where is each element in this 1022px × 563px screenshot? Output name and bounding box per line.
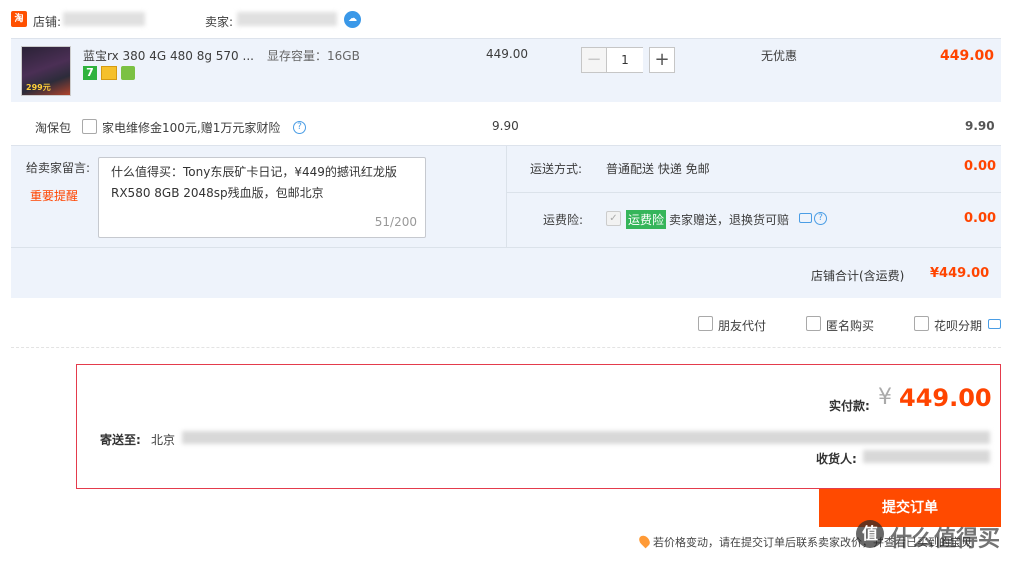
quantity-input[interactable]: 1 [607,47,643,73]
location-pin-icon [637,533,652,549]
ship-to-label: 寄送至: [100,433,141,447]
shipping-divider [507,192,1001,193]
freight-insurance-label: 运费险: [543,213,584,227]
shipping-method-value[interactable]: 普通配送 快递 免邮 [606,160,710,177]
insurance-help-icon[interactable]: ? [293,121,306,134]
discount-text: 无优惠 [761,49,798,63]
wangwang-chat-icon[interactable]: ☁ [344,11,361,28]
total-divider [11,247,1001,248]
insurance-option-text[interactable]: 家电维修金100元,赠1万元家财险 [102,119,280,136]
shop-total-value: ¥449.00 [930,266,990,281]
insurance-label: 淘保包 [35,121,72,135]
paid-amount-label: 实付款: [829,399,870,413]
receiver-label: 收货人: [816,452,857,466]
thumbnail-price-tag: 299元 [26,83,51,92]
freight-insurance-text: 卖家赠送，退换货可赔 [669,213,790,227]
watermark-logo-icon: 值 [856,520,884,548]
friend-pay-label[interactable]: 朋友代付 [718,317,766,334]
product-thumbnail[interactable]: 299元 [21,46,71,96]
shop-label: 店铺: [33,15,62,29]
insurance-row: 淘保包 家电维修金100元,赠1万元家财险 ? 9.90 9.90 [11,102,1001,145]
shop-name[interactable] [63,12,145,26]
watermark-text: 什么值得买 [890,527,1001,552]
shipping-address [182,431,990,444]
freight-insurance-checkbox: ✓ [606,211,621,226]
seller-message-label: 给卖家留言: [26,161,91,175]
product-spec: 显存容量：16GB [267,49,360,63]
quantity-increase-button[interactable]: + [649,47,675,73]
insurance-price: 9.90 [492,119,519,133]
shop-header: 淘 店铺: 卖家: ☁ [0,0,1022,38]
shop-total-label: 店铺合计(含运费) [811,269,905,283]
receiver-name-phone [863,450,990,463]
shipping-price: 0.00 [964,159,997,174]
freight-insurance-help-icon[interactable]: ? [814,212,827,225]
huabei-info-icon[interactable] [988,319,1001,329]
insurance-checkbox[interactable] [82,119,97,134]
seven-day-return-icon[interactable]: 7 [83,66,97,80]
unit-price: 449.00 [486,47,528,61]
quantity-decrease-button[interactable]: − [581,47,607,73]
paid-currency-symbol: ¥ [878,385,892,410]
credit-card-icon[interactable] [101,66,117,80]
seller-message-textarea[interactable]: 什么值得买：Tony东辰矿卡日记，¥449的撼讯红龙版 RX580 8GB 20… [98,157,426,238]
huabei-checkbox[interactable] [914,316,929,331]
order-item-row: 299元 蓝宝rx 380 4G 480 8g 570 ... 显存容量：16G… [11,38,1001,102]
important-reminder-link[interactable]: 重要提醒 [30,187,78,204]
message-line-2: RX580 8GB 2048sp残血版，包邮北京 [111,186,324,200]
paid-amount: 449.00 [899,384,992,412]
comment-icon[interactable] [799,213,812,223]
order-summary-box: 实付款: ¥ 449.00 寄送至: 北京 收货人: [76,364,1001,489]
freight-insurance-price: 0.00 [964,211,997,226]
item-subtotal: 449.00 [940,48,995,64]
guarantee-icon[interactable] [121,66,135,80]
message-char-counter: 51/200 [374,215,417,229]
anonymous-checkbox[interactable] [806,316,821,331]
ship-to-city: 北京 [151,433,176,447]
shipping-method-label: 运送方式: [530,162,583,176]
message-shipping-block: 给卖家留言: 重要提醒 什么值得买：Tony东辰矿卡日记，¥449的撼讯红龙版 … [11,145,1001,298]
vertical-divider [506,146,507,247]
freight-insurance-badge: 运费险 [626,210,667,229]
huabei-label[interactable]: 花呗分期 [934,317,982,334]
seller-name[interactable] [237,12,337,26]
shop-logo-icon: 淘 [11,11,27,27]
payment-options-row: 朋友代付 匿名购买 花呗分期 [11,298,1001,348]
product-title-link[interactable]: 蓝宝rx 380 4G 480 8g 570 ... [83,47,254,64]
message-line-1: 什么值得买：Tony东辰矿卡日记，¥449的撼讯红龙版 [111,165,397,179]
anonymous-label[interactable]: 匿名购买 [826,317,874,334]
friend-pay-checkbox[interactable] [698,316,713,331]
insurance-total: 9.90 [965,119,995,133]
seller-label: 卖家: [205,15,234,29]
